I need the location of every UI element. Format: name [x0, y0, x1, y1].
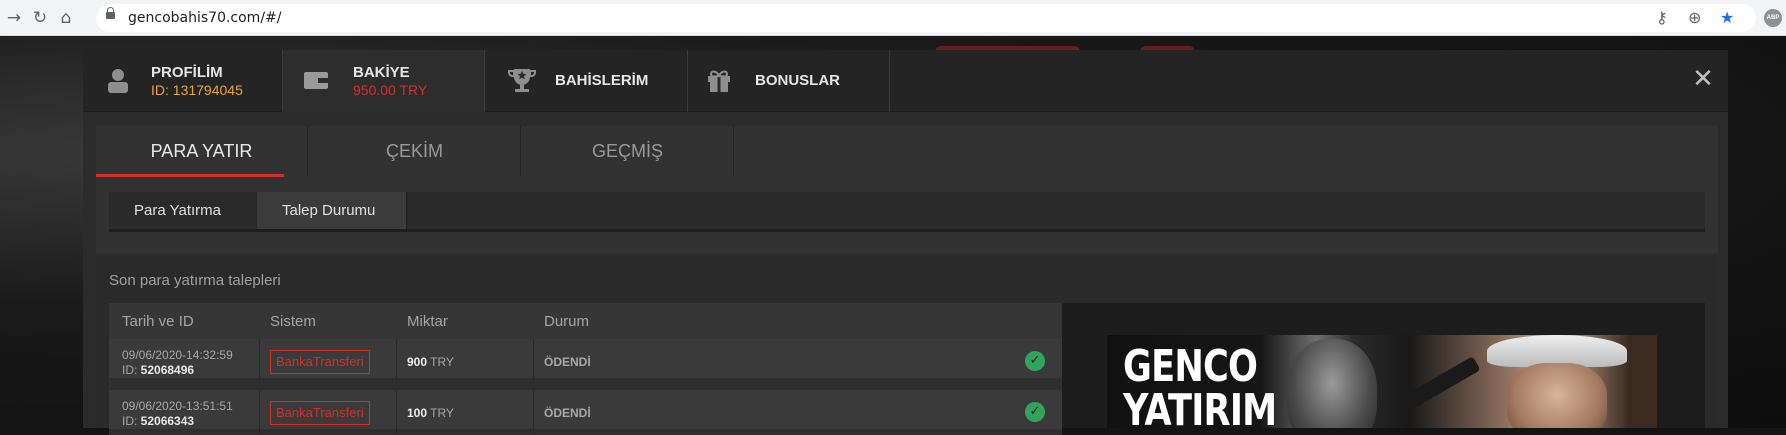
tab-history[interactable]: GEÇMİŞ: [522, 126, 734, 176]
table-row: 09/06/2020-13:51:51 ID: 52066343 BankaTr…: [109, 390, 1062, 435]
row-date: 09/06/2020-14:32:59: [122, 348, 233, 362]
table-header: Tarih ve ID Sistem Miktar Durum: [109, 303, 1062, 339]
user-icon: [108, 69, 128, 93]
home-icon[interactable]: ⌂: [56, 8, 76, 28]
subtab-deposit[interactable]: Para Yatırma: [109, 192, 257, 229]
deposits-section: Son para yatırma talepleri Tarih ve ID S…: [96, 254, 1718, 435]
tab-balance[interactable]: BAKİYE 950.00 TRY: [283, 50, 485, 112]
check-icon: ✓: [1025, 351, 1045, 371]
sub-tabs: Para Yatırma Talep Durumu: [109, 192, 1705, 232]
tab-profile[interactable]: PROFİLİM ID: 131794045: [83, 50, 283, 112]
adblock-icon[interactable]: ABP: [1764, 9, 1782, 27]
browser-toolbar: → ↻ ⌂ gencobahis70.com/#/ ⚷ ⊕ ★ ABP: [0, 0, 1786, 36]
table-row: 09/06/2020-14:32:59 ID: 52068496 BankaTr…: [109, 339, 1062, 384]
column-header: Tarih ve ID: [122, 313, 194, 330]
key-icon[interactable]: ⚷: [1656, 8, 1668, 27]
back-arrow-icon[interactable]: →: [4, 8, 24, 28]
account-tabs: PROFİLİM ID: 131794045 BAKİYE 950.00 TRY…: [83, 50, 1728, 112]
cell-divider: [396, 339, 397, 384]
cell-divider: [533, 390, 534, 435]
system-badge: BankaTransferi: [270, 401, 370, 425]
lock-icon: [106, 7, 115, 19]
url-text[interactable]: gencobahis70.com/#/: [128, 10, 282, 26]
balance-title: BAKİYE: [353, 64, 410, 81]
tab-bonuses[interactable]: BONUSLAR: [688, 50, 890, 112]
row-id: ID: 52066343: [122, 414, 195, 428]
close-icon[interactable]: ✕: [1690, 66, 1716, 92]
row-amount: 900 TRY: [407, 355, 454, 369]
wallet-icon: [304, 72, 328, 89]
balance-amount: 950.00 TRY: [353, 82, 428, 98]
zoom-icon[interactable]: ⊕: [1688, 8, 1701, 27]
column-header: Miktar: [407, 313, 448, 330]
cell-divider: [396, 390, 397, 435]
tab-bets[interactable]: BAHİSLERİM: [485, 50, 688, 112]
balance-panel: PARA YATIR ÇEKİM GEÇMİŞ Para Yatırma Tal…: [96, 126, 1718, 435]
account-modal: PROFİLİM ID: 131794045 BAKİYE 950.00 TRY…: [83, 50, 1728, 435]
tab-deposit[interactable]: PARA YATIR: [96, 126, 308, 177]
bets-title: BAHİSLERİM: [555, 72, 649, 89]
check-icon: ✓: [1025, 402, 1045, 422]
reload-icon[interactable]: ↻: [30, 8, 50, 28]
promo-figure: [1403, 356, 1481, 410]
promo-figure: [1507, 363, 1607, 428]
profile-id: ID: 131794045: [151, 82, 243, 98]
address-bar[interactable]: gencobahis70.com/#/ ⚷ ⊕ ★: [96, 4, 1756, 32]
subtab-request-status[interactable]: Talep Durumu: [257, 192, 407, 229]
cell-divider: [259, 390, 260, 435]
row-status: ÖDENDİ: [544, 355, 591, 369]
promo-title: GENCO YATIRIM: [1123, 341, 1277, 429]
tab-withdraw[interactable]: ÇEKİM: [309, 126, 521, 176]
bonuses-title: BONUSLAR: [755, 72, 840, 89]
promo-image[interactable]: GENCO YATIRIM: [1107, 335, 1657, 428]
promo-banner: GENCO YATIRIM: [1062, 303, 1705, 428]
cell-divider: [259, 339, 260, 384]
cell-divider: [533, 339, 534, 384]
trophy-icon: [508, 69, 536, 92]
star-icon[interactable]: ★: [1720, 8, 1734, 27]
profile-title: PROFİLİM: [151, 64, 223, 81]
system-badge: BankaTransferi: [270, 350, 370, 374]
column-header: Sistem: [270, 313, 316, 330]
column-header: Durum: [544, 313, 590, 330]
deposits-table: Tarih ve ID Sistem Miktar Durum 09/06/20…: [109, 303, 1062, 435]
row-id: ID: 52068496: [122, 363, 195, 377]
row-date: 09/06/2020-13:51:51: [122, 399, 233, 413]
row-amount: 100 TRY: [407, 406, 454, 420]
section-title: Son para yatırma talepleri: [109, 272, 281, 289]
promo-figure: [1287, 339, 1377, 428]
row-status: ÖDENDİ: [544, 406, 591, 420]
gift-icon: [708, 70, 730, 92]
